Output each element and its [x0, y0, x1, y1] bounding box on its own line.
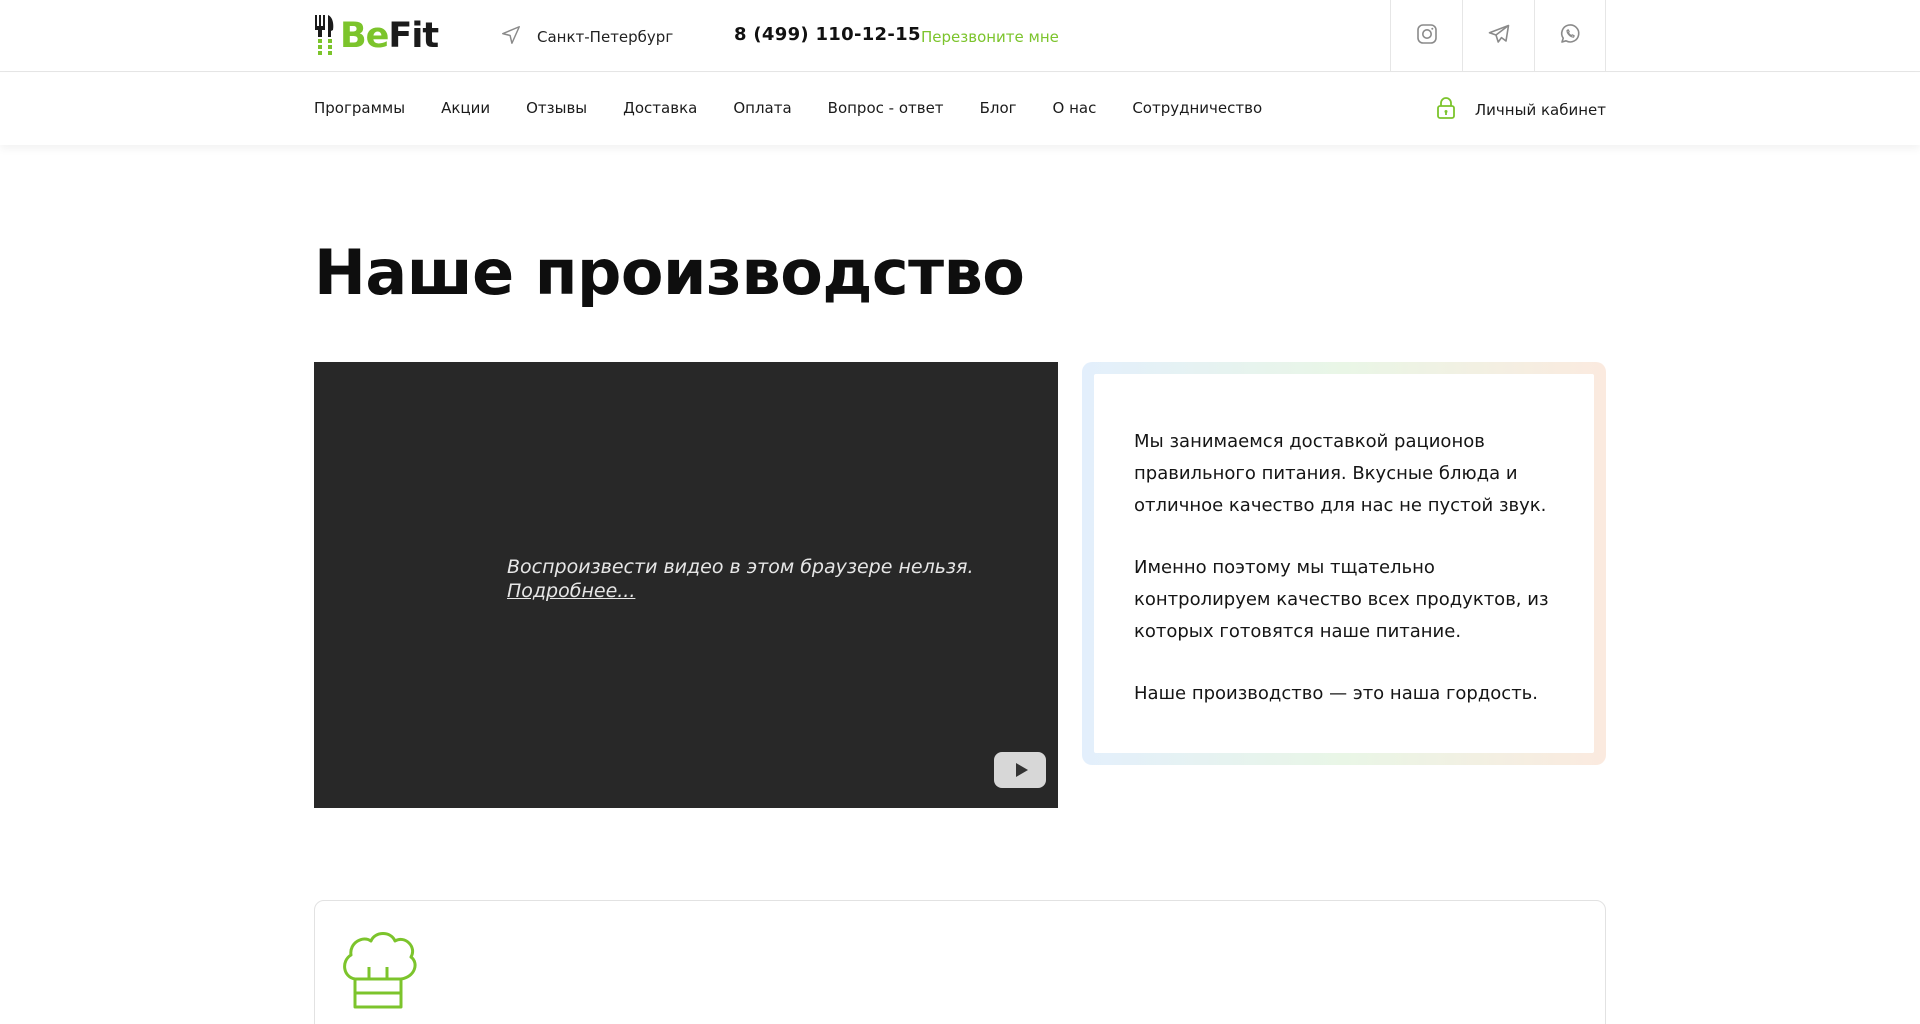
- instagram-icon: [1415, 22, 1439, 50]
- telegram-icon: [1487, 22, 1511, 50]
- social-links: [1390, 0, 1606, 72]
- nav-item-partnership[interactable]: Сотрудничество: [1132, 99, 1262, 117]
- account-link[interactable]: Личный кабинет: [1435, 96, 1606, 124]
- chef-hat-icon: [335, 927, 419, 1011]
- feature-card: [314, 900, 1606, 1024]
- logo-text: BeFit: [340, 15, 439, 56]
- top-bar: BeFit Санкт-Петербург 8 (499) 110-12-15 …: [0, 0, 1920, 72]
- play-icon: [1015, 763, 1028, 777]
- telegram-link[interactable]: [1462, 0, 1534, 72]
- video-error-text: Воспроизвести видео в этом браузере нель…: [507, 556, 974, 578]
- nav-list: Программы Акции Отзывы Доставка Оплата В…: [314, 99, 1262, 117]
- logo[interactable]: BeFit: [314, 15, 439, 57]
- phone-number[interactable]: 8 (499) 110-12-15: [734, 24, 921, 45]
- about-paragraph: Наше производство — это наша гордость.: [1134, 683, 1539, 704]
- nav-item-about[interactable]: О нас: [1053, 99, 1097, 117]
- page-title: Наше производство: [314, 236, 1025, 309]
- main-nav: Программы Акции Отзывы Доставка Оплата В…: [0, 73, 1920, 145]
- location-arrow-icon: [500, 24, 522, 50]
- city-selector[interactable]: Санкт-Петербург: [500, 24, 673, 50]
- city-label: Санкт-Петербург: [537, 28, 674, 46]
- logo-text-be: Be: [340, 15, 389, 56]
- instagram-link[interactable]: [1390, 0, 1462, 72]
- nav-item-faq[interactable]: Вопрос - ответ: [828, 99, 944, 117]
- callback-link[interactable]: Перезвоните мне: [921, 28, 1059, 46]
- nav-item-blog[interactable]: Блог: [980, 99, 1017, 117]
- whatsapp-link[interactable]: [1534, 0, 1606, 72]
- nav-item-promotions[interactable]: Акции: [441, 99, 490, 117]
- account-label: Личный кабинет: [1474, 101, 1606, 119]
- video-error-message: Воспроизвести видео в этом браузере нель…: [507, 555, 974, 603]
- about-card: Мы занимаемся доставкой рационов правиль…: [1082, 362, 1606, 765]
- nav-item-reviews[interactable]: Отзывы: [526, 99, 587, 117]
- fork-knife-icon: [314, 15, 336, 57]
- about-paragraph: Мы занимаемся доставкой рационов правиль…: [1134, 431, 1547, 516]
- video-more-link[interactable]: Подробнее...: [507, 579, 974, 603]
- about-card-content: Мы занимаемся доставкой рационов правиль…: [1094, 374, 1594, 753]
- nav-item-payment[interactable]: Оплата: [733, 99, 791, 117]
- about-paragraph: Именно поэтому мы тщательно контролируем…: [1134, 557, 1549, 642]
- video-player[interactable]: Воспроизвести видео в этом браузере нель…: [314, 362, 1058, 808]
- youtube-play-button[interactable]: [994, 752, 1046, 788]
- whatsapp-icon: [1558, 22, 1582, 50]
- nav-item-delivery[interactable]: Доставка: [623, 99, 697, 117]
- logo-text-fit: Fit: [388, 15, 439, 56]
- lock-icon: [1435, 96, 1457, 124]
- nav-item-programs[interactable]: Программы: [314, 99, 405, 117]
